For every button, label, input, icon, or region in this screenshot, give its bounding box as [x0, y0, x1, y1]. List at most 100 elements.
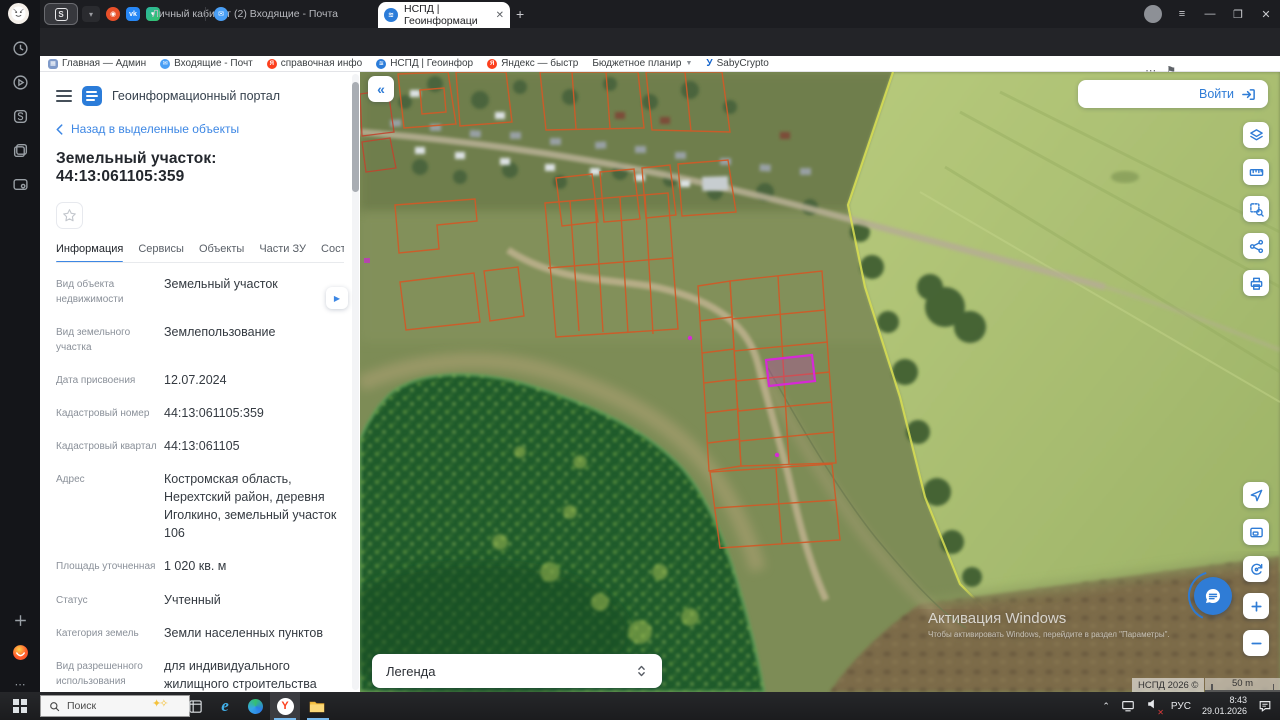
share-button[interactable] — [1243, 233, 1269, 259]
tab-parts[interactable]: Части ЗУ — [259, 243, 306, 255]
menu-burger-icon[interactable] — [56, 90, 72, 102]
new-tab-button[interactable]: + — [516, 6, 524, 22]
bookmark-spravochnaya[interactable]: Ясправочная инфо — [266, 58, 362, 69]
window-close-button[interactable]: ✕ — [1252, 8, 1280, 21]
screen-capture-icon[interactable] — [0, 176, 40, 193]
browser-address-bar: ← Я ⟳ nspd.gov.ru НСПД | Геоинформационн… — [0, 28, 1280, 81]
locate-me-button[interactable] — [1243, 482, 1269, 508]
map-scale-bar: 50 m — [1205, 678, 1280, 692]
bookmark-favicon: ≋ — [376, 58, 387, 69]
navigate-arrow-icon — [1250, 489, 1262, 501]
alice-assistant-icon[interactable] — [0, 644, 40, 661]
browser-menu-icon[interactable]: ≡ — [1168, 8, 1196, 20]
field-row: Дата присвоения 12.07.2024 — [56, 372, 227, 387]
legend-dropdown[interactable]: Легенда — [372, 654, 662, 688]
collapse-panel-button[interactable]: « — [368, 76, 394, 102]
bookmark-inbox[interactable]: ✉ Входящие - Почт — [160, 58, 253, 69]
action-center-icon[interactable] — [1258, 699, 1272, 713]
bookmark-label: Яндекс — быстр — [501, 58, 579, 69]
yandex-browser-icon[interactable]: Y — [270, 692, 300, 720]
window-restore-button[interactable]: ❐ — [1224, 8, 1252, 21]
bookmark-yandex[interactable]: Я Яндекс — быстр — [487, 58, 578, 69]
tabs-scroll-right-button[interactable]: ▶ — [326, 287, 348, 309]
bookmark-favicon: У — [706, 58, 713, 69]
rotate-icon — [1250, 563, 1262, 575]
pinned-favicon-red[interactable]: ◉ — [106, 7, 120, 21]
reset-rotation-button[interactable] — [1243, 556, 1269, 582]
bookmarks-bar: ▦ Главная — Админ ✉ Входящие - Почт Ясправ… — [40, 56, 1280, 72]
tab-information[interactable]: Информация — [56, 243, 124, 262]
favorite-star-button[interactable] — [56, 202, 83, 229]
object-search-button[interactable] — [1243, 196, 1269, 222]
login-button[interactable]: Войти — [1078, 80, 1268, 108]
object-info-panel: Геоинформационный портал Назад в выделен… — [40, 72, 360, 720]
language-indicator[interactable]: РУС — [1171, 701, 1191, 712]
field-row: Кадастровый номер 44:13:061105:359 — [56, 405, 264, 420]
map-canvas[interactable]: « Войти Активация Windows Чтобы активиро… — [360, 72, 1280, 692]
tab-sostav[interactable]: Соста — [321, 243, 344, 255]
search-placeholder: Поиск — [67, 700, 97, 712]
tabs-panel-icon[interactable] — [0, 142, 40, 159]
tray-expand-icon[interactable]: ⌃ — [1102, 701, 1110, 712]
taskbar-search-input[interactable]: Поиск — [40, 695, 190, 717]
share-icon — [1249, 239, 1263, 253]
sidebar-more-icon[interactable]: ⋯ — [0, 678, 40, 691]
bookmark-favicon: Я — [487, 58, 498, 69]
minimap-button[interactable] — [1243, 519, 1269, 545]
task-view-button[interactable] — [180, 692, 210, 720]
bookmark-label: Бюджетное планир — [592, 58, 682, 69]
add-panel-icon[interactable] — [0, 612, 40, 629]
tab-group-chevron-icon[interactable]: ▾ — [82, 6, 100, 22]
panel-scrollbar-thumb[interactable] — [352, 82, 359, 192]
tab-divider — [205, 7, 206, 21]
tab-title: (2) Входящие - Почта — [234, 8, 339, 20]
user-avatar[interactable] — [8, 3, 29, 24]
browser-profile-avatar[interactable] — [1144, 5, 1162, 23]
edge-browser-icon[interactable] — [240, 692, 270, 720]
start-button[interactable] — [0, 699, 40, 713]
bookmark-folder-budget[interactable]: Бюджетное планир ▼ — [592, 58, 692, 69]
field-row: Вид земельного участка Землепользование — [56, 324, 276, 354]
tab-close-icon[interactable]: ✕ — [496, 10, 504, 21]
field-row: Адрес Костромская область, Нерехтский рай… — [56, 471, 337, 541]
support-chat-button[interactable] — [1194, 577, 1232, 615]
s-service-icon[interactable] — [0, 108, 40, 125]
bookmark-sabycrypto[interactable]: У SabyCrypto — [706, 58, 768, 69]
field-row: Категория земель Земли населенных пунктов — [56, 625, 323, 640]
tab-services[interactable]: Сервисы — [138, 243, 184, 255]
play-sidebar-icon[interactable] — [0, 74, 40, 91]
chevron-left-icon — [56, 123, 63, 135]
window-minimize-button[interactable]: — — [1196, 8, 1224, 20]
layers-icon — [1249, 128, 1263, 140]
zoom-in-button[interactable] — [1243, 593, 1269, 619]
volume-muted-icon[interactable]: ✕ — [1146, 697, 1164, 717]
layers-button[interactable] — [1243, 122, 1269, 148]
tab-objects[interactable]: Объекты — [199, 243, 244, 255]
tab-nspd-active[interactable]: ≋ НСПД | Геоинформаци ✕ — [378, 2, 510, 28]
history-icon[interactable] — [0, 40, 40, 57]
legend-label: Легенда — [386, 663, 436, 679]
file-explorer-icon[interactable] — [302, 692, 332, 720]
bookmark-favicon: Я — [266, 58, 277, 69]
windows-logo-icon — [13, 699, 27, 713]
nspd-logo-icon — [82, 86, 102, 106]
bookmark-label: Входящие - Почт — [174, 58, 253, 69]
plus-icon — [1250, 600, 1262, 612]
pinned-tab-s[interactable]: S — [44, 3, 78, 25]
internet-explorer-icon[interactable]: e — [210, 692, 240, 720]
tab-inbox-mail[interactable]: ✉ (2) Входящие - Почта — [214, 0, 338, 28]
bookmark-nspd[interactable]: ≋ НСПД | Геоинфор — [376, 58, 473, 69]
back-to-selected-link[interactable]: Назад в выделенные объекты — [56, 122, 344, 136]
search-highlights-icon[interactable]: ✦✧ — [152, 697, 169, 710]
network-display-icon[interactable] — [1121, 699, 1135, 713]
bookmark-label: SabyCrypto — [716, 58, 769, 69]
time: 8:43 — [1229, 694, 1247, 705]
measure-button[interactable] — [1243, 159, 1269, 185]
clock[interactable]: 8:43 29.01.2026 — [1202, 695, 1247, 718]
pinned-favicon-vk[interactable]: vk — [126, 7, 140, 21]
zoom-out-button[interactable] — [1243, 630, 1269, 656]
mail-favicon: ✉ — [214, 7, 228, 21]
bookmark-glavnaya[interactable]: ▦ Главная — Админ — [48, 58, 146, 69]
browser-tab-strip: S ▾ ◉ vk ♥ Личный кабинет ✉ (2) Входящие… — [0, 0, 1280, 28]
print-button[interactable] — [1243, 270, 1269, 296]
